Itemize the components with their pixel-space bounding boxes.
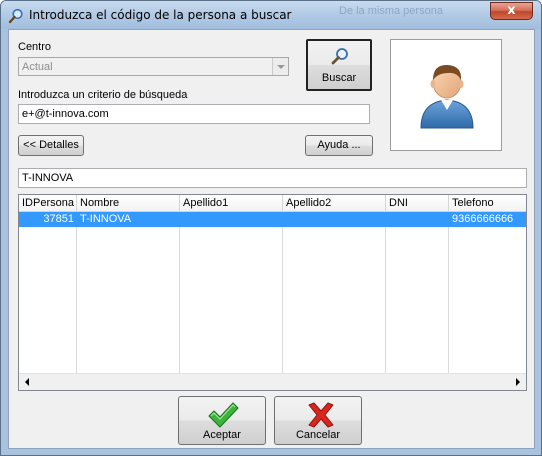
centro-label: Centro bbox=[18, 41, 52, 53]
close-button[interactable]: x bbox=[490, 2, 533, 20]
buscar-button[interactable]: Buscar bbox=[306, 39, 372, 91]
scroll-right-icon[interactable] bbox=[509, 374, 526, 390]
column-header-apellido2[interactable]: Apellido2 bbox=[283, 195, 386, 212]
horizontal-scrollbar[interactable] bbox=[19, 373, 526, 390]
column-divider bbox=[282, 212, 283, 374]
column-divider bbox=[179, 212, 180, 374]
red-x-icon bbox=[308, 402, 334, 428]
criterio-input[interactable]: e+@t-innova.com bbox=[18, 104, 370, 124]
column-divider bbox=[385, 212, 386, 374]
cell-nombre: T-INNOVA bbox=[80, 213, 132, 225]
column-divider bbox=[76, 212, 77, 374]
scroll-left-icon[interactable] bbox=[19, 374, 36, 390]
results-table[interactable]: IDPersona Nombre Apellido1 Apellido2 DNI… bbox=[18, 194, 527, 391]
window-title: Introduzca el código de la persona a bus… bbox=[29, 8, 292, 22]
magnifier-icon bbox=[331, 48, 348, 65]
dialog-window: De la misma persona Introduzca el código… bbox=[0, 0, 542, 456]
cancelar-button[interactable]: Cancelar bbox=[274, 396, 362, 445]
cell-apellido2 bbox=[283, 212, 386, 227]
criterio-label: Introduzca un criterio de búsqueda bbox=[18, 89, 188, 101]
buscar-label: Buscar bbox=[321, 72, 357, 84]
column-header-apellido1[interactable]: Apellido1 bbox=[180, 195, 283, 212]
dialog-client: Centro Actual Introduzca un criterio de … bbox=[8, 29, 535, 449]
table-row[interactable]: 37851 T-INNOVA 9366666666 bbox=[19, 212, 526, 227]
checkmark-icon bbox=[208, 402, 239, 428]
cell-dni bbox=[386, 212, 449, 227]
table-header: IDPersona Nombre Apellido1 Apellido2 DNI… bbox=[19, 195, 526, 212]
background-window-hint: De la misma persona bbox=[339, 5, 443, 17]
user-avatar-icon bbox=[420, 64, 474, 129]
cell-idpersona: 37851 bbox=[43, 213, 74, 225]
centro-select[interactable]: Actual bbox=[18, 57, 289, 76]
aceptar-label: Aceptar bbox=[203, 429, 241, 441]
avatar bbox=[390, 39, 502, 151]
chevron-down-icon[interactable] bbox=[272, 58, 288, 75]
column-divider bbox=[448, 212, 449, 374]
detalles-button[interactable]: << Detalles bbox=[18, 135, 84, 156]
ayuda-button[interactable]: Ayuda ... bbox=[305, 135, 373, 156]
column-header-nombre[interactable]: Nombre bbox=[77, 195, 180, 212]
cell-telefono: 9366666666 bbox=[452, 213, 514, 225]
title-bar[interactable]: De la misma persona Introduzca el código… bbox=[1, 1, 541, 29]
selected-name-field[interactable]: T-INNOVA bbox=[18, 168, 527, 188]
aceptar-button[interactable]: Aceptar bbox=[178, 396, 266, 445]
column-header-telefono[interactable]: Telefono bbox=[449, 195, 526, 212]
column-header-dni[interactable]: DNI bbox=[386, 195, 449, 212]
magnifier-icon bbox=[8, 8, 23, 24]
column-header-idpersona[interactable]: IDPersona bbox=[19, 195, 77, 212]
cancelar-label: Cancelar bbox=[295, 429, 341, 441]
cell-apellido1 bbox=[180, 212, 283, 227]
centro-value: Actual bbox=[22, 61, 53, 73]
